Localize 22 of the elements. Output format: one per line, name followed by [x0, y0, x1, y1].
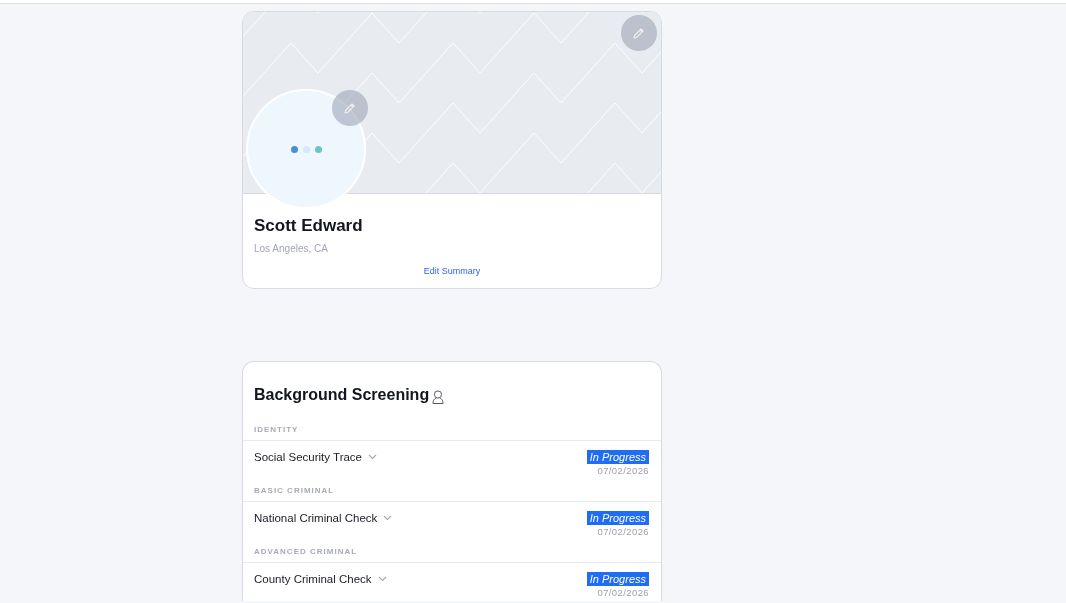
section-label: ADVANCED CRIMINAL: [253, 547, 359, 558]
pencil-icon: [343, 101, 357, 115]
card-title: Background Screening: [254, 385, 430, 405]
section-label: IDENTITY: [253, 425, 300, 436]
status-badge: In Progress: [586, 511, 649, 525]
status-badge: In Progress: [586, 450, 649, 464]
person-icon: [432, 390, 445, 404]
check-date: 07/02/2026: [597, 587, 649, 598]
edit-summary-link[interactable]: Edit Summary: [423, 265, 481, 277]
check-toggle[interactable]: National Criminal Check: [254, 511, 393, 525]
check-toggle[interactable]: County Criminal Check: [254, 572, 387, 586]
check-toggle[interactable]: Social Security Trace: [254, 450, 377, 464]
location-text: Los Angeles, CA: [254, 242, 329, 256]
status-badge: In Progress: [586, 572, 649, 586]
check-date: 07/02/2026: [597, 465, 649, 476]
profile-name: Scott Edward: [254, 215, 364, 237]
edit-avatar-button[interactable]: [332, 90, 368, 126]
section-label: BASIC CRIMINAL: [253, 486, 336, 497]
loading-dots-icon: [290, 145, 322, 153]
check-date: 07/02/2026: [597, 526, 649, 537]
edit-cover-button[interactable]: [621, 15, 657, 51]
pencil-icon: [632, 26, 646, 40]
